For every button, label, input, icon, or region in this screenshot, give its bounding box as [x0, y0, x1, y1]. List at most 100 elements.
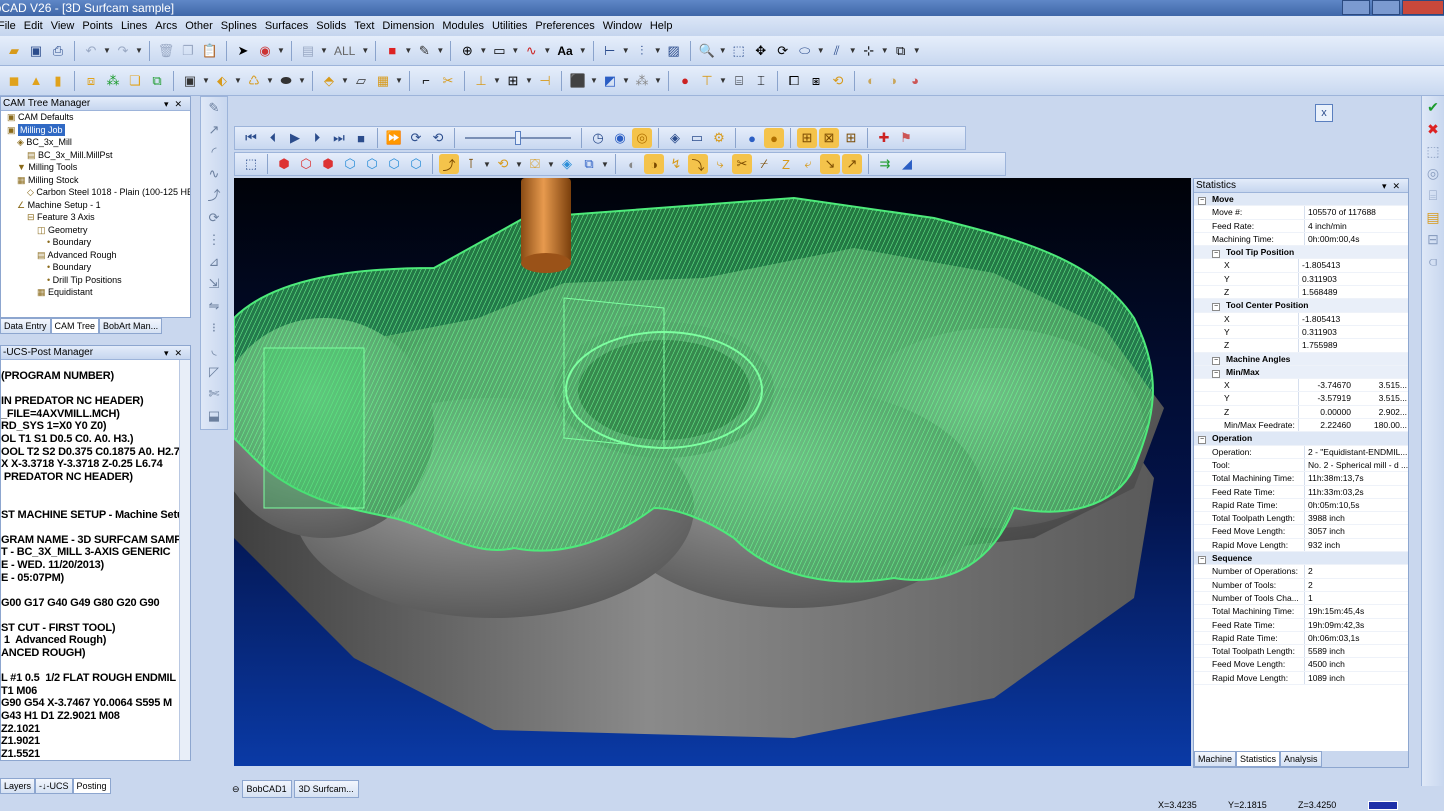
undo-icon[interactable]: ↶	[81, 41, 101, 61]
array-tool-icon[interactable]: ⁝	[204, 317, 224, 339]
save-icon[interactable]: ▣	[26, 41, 46, 61]
layers-icon[interactable]: ▤	[1424, 206, 1442, 228]
pattern-icon[interactable]: ⁂	[103, 71, 123, 91]
expand-toggle-icon[interactable]: −	[1212, 250, 1220, 259]
dropdown-arrow[interactable]: ▼	[202, 76, 210, 85]
dropdown-arrow[interactable]: ▼	[266, 76, 274, 85]
dropdown-arrow[interactable]: ▼	[601, 160, 609, 169]
hatch-icon[interactable]: ▨	[664, 41, 684, 61]
cone-icon[interactable]: ▲	[26, 71, 46, 91]
point-icon[interactable]: ⊕	[457, 41, 477, 61]
stamp-tool-icon[interactable]: ⬓	[204, 405, 224, 427]
options-icon[interactable]: ◎	[1424, 162, 1442, 184]
grid-snap-icon[interactable]: ⊞	[797, 128, 817, 148]
fillet-icon[interactable]: ⌐	[416, 71, 436, 91]
dropdown-arrow[interactable]: ▼	[654, 76, 662, 85]
tree-item[interactable]: ◈ BC_3x_Mill	[3, 136, 190, 149]
tree-item[interactable]: ▼ Milling Tools	[3, 161, 190, 174]
dropdown-arrow[interactable]: ▼	[817, 46, 825, 55]
machine-view-icon[interactable]: ●	[742, 128, 762, 148]
group-icon[interactable]: ⁂	[632, 71, 652, 91]
render-mode-icon[interactable]: ◑	[644, 154, 664, 174]
color-icon[interactable]: ■	[382, 41, 402, 61]
hatch-toggle-icon[interactable]: ⊞	[841, 128, 861, 148]
info-icon[interactable]: ⌸	[1424, 184, 1442, 206]
solid-edit-icon[interactable]: ⧉	[147, 71, 167, 91]
fillet-tool-icon[interactable]: ◟	[204, 339, 224, 361]
dropdown-arrow[interactable]: ▼	[543, 46, 551, 55]
dropdown-arrow[interactable]: ▼	[277, 46, 285, 55]
toolpath-display-icon[interactable]: ▭	[687, 128, 707, 148]
rotate-tool-icon[interactable]: ⟳	[204, 207, 224, 229]
fit-view-icon[interactable]: ⬚	[241, 154, 261, 174]
dropdown-arrow[interactable]: ▼	[404, 46, 412, 55]
line-style-icon[interactable]: ✎	[414, 41, 434, 61]
surface-rect-icon[interactable]: ▣	[180, 71, 200, 91]
sphere-icon[interactable]: ●	[675, 71, 695, 91]
paste-icon[interactable]: 📋	[200, 41, 220, 61]
shade-icon[interactable]: ◑	[883, 71, 903, 91]
viewport-close-button[interactable]: x	[1315, 104, 1333, 122]
dropdown-arrow[interactable]: ▼	[654, 46, 662, 55]
path-cut-icon[interactable]: ✂	[732, 154, 752, 174]
dropdown-arrow[interactable]: ▼	[579, 46, 587, 55]
select-filter-icon[interactable]: ◉	[255, 41, 275, 61]
stop-icon[interactable]: ■	[351, 128, 371, 148]
flag-icon[interactable]: ⚑	[896, 128, 916, 148]
select-all-label[interactable]: ALL	[330, 44, 359, 58]
properties-icon[interactable]: ⊟	[1424, 228, 1442, 250]
stock-icon[interactable]: ▦	[373, 71, 393, 91]
view-iso-icon[interactable]: ⬢	[274, 154, 294, 174]
tree-item[interactable]: ∠ Machine Setup - 1	[3, 199, 190, 212]
dropdown-arrow[interactable]: ▼	[515, 160, 523, 169]
rotate-icon[interactable]: ⟳	[773, 41, 793, 61]
view-front-icon[interactable]: ⬢	[318, 154, 338, 174]
mirror-cube-icon[interactable]: ◩	[600, 71, 620, 91]
menu-item-points[interactable]: Points	[78, 16, 117, 36]
menu-item-window[interactable]: Window	[599, 16, 646, 36]
tree-item[interactable]: ▣ Milling Job	[3, 123, 190, 136]
box-solid-icon[interactable]: ◼	[4, 71, 24, 91]
dropdown-arrow[interactable]: ▼	[590, 76, 598, 85]
zoom-window-icon[interactable]: ⬚	[729, 41, 749, 61]
step-forward-icon[interactable]: ⏵	[307, 128, 327, 148]
tree-item[interactable]: ◇ Carbon Steel 1018 - Plain (100-125 HB)	[3, 186, 190, 199]
chamfer-tool-icon[interactable]: ◸	[204, 361, 224, 383]
dropdown-arrow[interactable]: ▼	[622, 76, 630, 85]
scale-icon[interactable]: ⧆	[806, 71, 826, 91]
dropdown-arrow[interactable]: ▼	[849, 46, 857, 55]
align-icon[interactable]: ⫶	[632, 41, 652, 61]
offset-icon[interactable]: ⊥	[471, 71, 491, 91]
rectangle-icon[interactable]: ▭	[489, 41, 509, 61]
tree-item[interactable]: • Boundary	[3, 261, 190, 274]
menu-item-text[interactable]: Text	[350, 16, 378, 36]
surface-extrude-icon[interactable]: ⬖	[212, 71, 232, 91]
speed-slider[interactable]	[465, 131, 571, 145]
stats-category[interactable]: − Operation	[1194, 432, 1408, 446]
menu-item-file[interactable]: File	[0, 16, 20, 36]
path-edit-icon[interactable]: ⤵	[688, 154, 708, 174]
marker-icon[interactable]: ✚	[874, 128, 894, 148]
redo-icon[interactable]: ↷	[113, 41, 133, 61]
break-icon[interactable]: ⊣	[535, 71, 555, 91]
menu-item-dimension[interactable]: Dimension	[378, 16, 438, 36]
surface-sweep-icon[interactable]: ♺	[244, 71, 264, 91]
trim-tool-icon[interactable]: ✄	[204, 383, 224, 405]
expand-toggle-icon[interactable]: −	[1198, 197, 1206, 205]
rotary-icon[interactable]: ⟲	[493, 154, 513, 174]
toolpath-filter-icon[interactable]: ⤴	[439, 154, 459, 174]
menu-item-view[interactable]: View	[47, 16, 79, 36]
tab-0[interactable]: Layers	[0, 778, 36, 794]
accept-check-icon[interactable]: ✔	[1424, 96, 1442, 118]
dropdown-arrow[interactable]: ▼	[320, 46, 328, 55]
path-link-icon[interactable]: ⤷	[710, 154, 730, 174]
tab-2[interactable]: BobArt Man...	[99, 318, 163, 334]
skip-icon[interactable]: ⏩	[384, 128, 404, 148]
fast-forward-end-icon[interactable]: ⏭	[329, 128, 349, 148]
copy-icon[interactable]: ❐	[178, 41, 198, 61]
tree-item[interactable]: ▦ Equidistant	[3, 286, 190, 299]
doc-tabs-scroll-icon[interactable]: ⊖	[232, 784, 240, 795]
nc-scrollbar[interactable]	[179, 360, 190, 760]
dropdown-arrow[interactable]: ▼	[511, 46, 519, 55]
play-icon[interactable]: ▶	[285, 128, 305, 148]
